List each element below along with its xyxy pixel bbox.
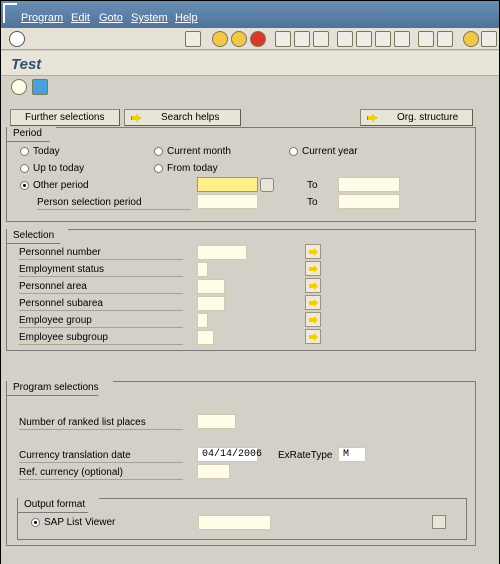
menu-help[interactable]: Help <box>175 12 198 24</box>
page-title: Test <box>11 56 42 73</box>
sap-list-viewer-radio[interactable] <box>31 518 40 527</box>
back-icon[interactable] <box>212 31 228 47</box>
menu-goto[interactable]: Goto <box>99 12 123 24</box>
help-icon[interactable] <box>463 31 479 47</box>
standard-toolbar <box>1 28 499 73</box>
up-to-today-radio[interactable] <box>20 164 29 173</box>
menu-edit[interactable]: Edit <box>71 12 90 24</box>
application-toolbar <box>1 77 499 100</box>
personnel-area-input[interactable] <box>197 279 225 294</box>
from-today-radio[interactable] <box>154 164 163 173</box>
currency-translation-date-input[interactable]: 04/14/2006 <box>197 447 262 462</box>
program-selections-group-title: Program selections <box>7 381 114 396</box>
last-page-icon[interactable] <box>394 31 410 47</box>
further-selections-button[interactable]: Further selections <box>10 109 120 126</box>
today-radio[interactable] <box>20 147 29 156</box>
sap-window-icon <box>3 3 17 23</box>
window: Program Edit Goto System Help Test Furth… <box>0 0 500 564</box>
create-session-icon[interactable] <box>418 31 434 47</box>
arrow-icon <box>131 114 141 122</box>
find-icon[interactable] <box>294 31 310 47</box>
print-icon[interactable] <box>275 31 291 47</box>
multiple-selection-icon[interactable] <box>305 312 321 327</box>
menu-system[interactable]: System <box>131 12 168 24</box>
search-helps-button[interactable]: Search helps <box>124 109 241 126</box>
save-icon[interactable] <box>185 31 201 47</box>
period-group-title: Period <box>7 127 57 142</box>
other-period-radio[interactable] <box>20 181 29 190</box>
personnel-subarea-input[interactable] <box>197 296 225 311</box>
calendar-icon[interactable] <box>260 178 274 192</box>
next-page-icon[interactable] <box>375 31 391 47</box>
employment-status-input[interactable] <box>197 262 208 277</box>
selection-group-title: Selection <box>7 229 70 244</box>
person-selection-from-input[interactable] <box>197 194 258 209</box>
person-selection-to-input[interactable] <box>338 194 400 209</box>
current-month-radio[interactable] <box>154 147 163 156</box>
execute-icon[interactable] <box>11 79 27 95</box>
ranked-list-places-input[interactable] <box>197 414 236 429</box>
menu-bar: Program Edit Goto System Help <box>1 1 499 28</box>
chevron-left-icon[interactable] <box>170 31 186 47</box>
multiple-selection-icon[interactable] <box>305 295 321 310</box>
exit-icon[interactable] <box>231 31 247 47</box>
multiple-selection-icon[interactable] <box>305 261 321 276</box>
variant-icon[interactable] <box>32 79 48 95</box>
personnel-number-input[interactable] <box>197 245 247 260</box>
program-selections-group: Program selections Number of ranked list… <box>6 381 476 546</box>
layout-select-icon[interactable] <box>432 515 446 529</box>
employee-group-input[interactable] <box>197 313 208 328</box>
output-format-group-title: Output format <box>18 498 101 513</box>
arrow-icon <box>367 114 377 122</box>
period-from-input[interactable] <box>197 177 258 192</box>
menu-program[interactable]: Program <box>21 12 63 24</box>
title-bar: Test <box>1 51 499 76</box>
cancel-icon[interactable] <box>250 31 266 47</box>
layout-input[interactable] <box>198 515 271 530</box>
previous-page-icon[interactable] <box>356 31 372 47</box>
status-bar <box>1 549 499 564</box>
exrate-type-input[interactable]: M <box>338 447 366 462</box>
selection-group: Selection Personnel number Employment st… <box>6 229 476 351</box>
find-next-icon[interactable] <box>313 31 329 47</box>
enter-icon[interactable] <box>9 31 25 47</box>
period-group: Period Today Current month Current year … <box>6 127 476 222</box>
layout-menu-icon[interactable] <box>481 31 497 47</box>
employee-subgroup-input[interactable] <box>197 330 214 345</box>
ref-currency-input[interactable] <box>197 464 230 479</box>
period-to-input[interactable] <box>338 177 400 192</box>
shortcut-icon[interactable] <box>437 31 453 47</box>
multiple-selection-icon[interactable] <box>305 278 321 293</box>
org-structure-button[interactable]: Org. structure <box>360 109 473 126</box>
output-format-group: Output format SAP List Viewer <box>17 498 467 540</box>
multiple-selection-icon[interactable] <box>305 329 321 344</box>
current-year-radio[interactable] <box>289 147 298 156</box>
multiple-selection-icon[interactable] <box>305 244 321 259</box>
first-page-icon[interactable] <box>337 31 353 47</box>
